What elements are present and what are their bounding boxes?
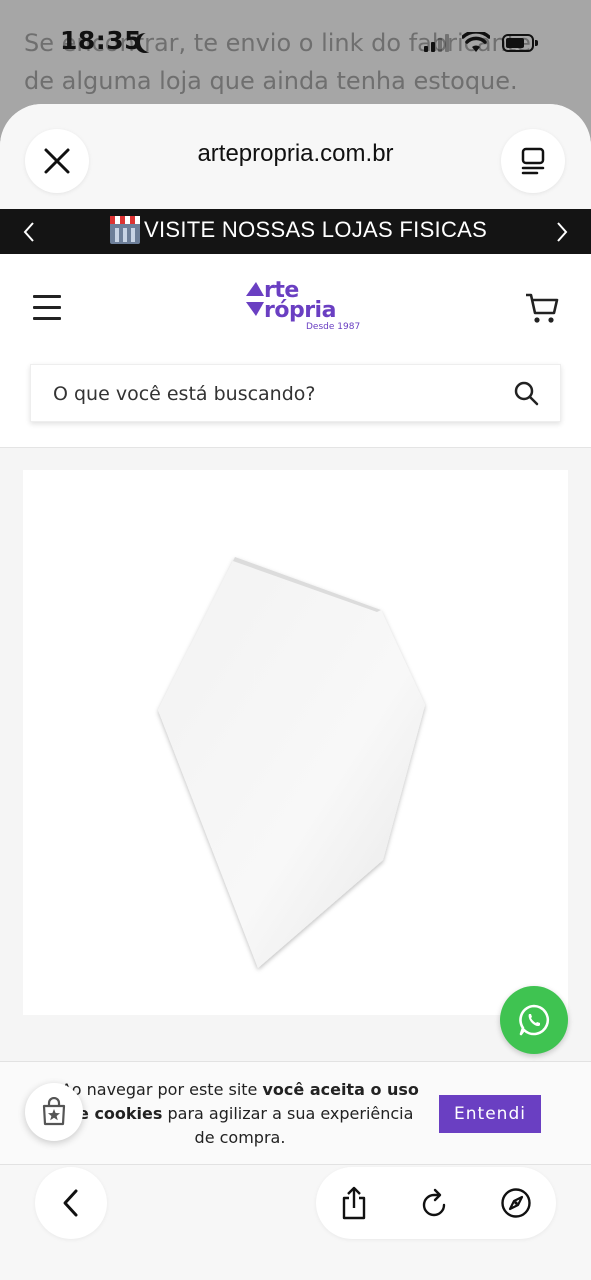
search-icon[interactable] — [513, 380, 539, 406]
search-bar — [30, 364, 561, 423]
browser-top-bar: artepropria.com.br — [0, 104, 591, 209]
hamburger-menu-icon[interactable] — [33, 295, 61, 320]
review-badge-button[interactable] — [25, 1083, 83, 1141]
open-in-browser-button[interactable] — [498, 1185, 534, 1221]
cellular-signal-icon — [424, 34, 450, 52]
background-chat-line2: de alguma loja que ainda tenha estoque. — [24, 67, 518, 95]
cart-icon[interactable] — [524, 292, 560, 324]
share-button[interactable] — [336, 1185, 372, 1221]
url-label[interactable]: artepropria.com.br — [120, 140, 471, 168]
product-area — [0, 448, 591, 1060]
logo-mark-a — [246, 282, 264, 296]
close-icon — [44, 148, 70, 174]
reload-icon — [422, 1188, 446, 1217]
share-icon — [342, 1186, 366, 1220]
announcement-text: VISITE NOSSAS LOJAS FISICAS — [144, 217, 488, 242]
whatsapp-icon — [519, 1004, 550, 1036]
reader-menu-button[interactable] — [501, 129, 565, 193]
status-bar: 18:35 — [0, 24, 591, 64]
logo-subtitle: Desde 1987 — [306, 322, 361, 332]
product-shape — [158, 557, 425, 968]
announcement-content[interactable]: VISITE NOSSAS LOJAS FISICAS — [110, 216, 490, 244]
department-store-icon — [110, 216, 140, 244]
back-button[interactable] — [35, 1167, 107, 1239]
battery-icon — [502, 34, 538, 52]
reload-button[interactable] — [416, 1185, 452, 1221]
cookie-text: Ao navegar por este site você aceita o u… — [60, 1078, 420, 1150]
cookie-accept-button[interactable]: Entendi — [439, 1095, 541, 1133]
product-image[interactable] — [23, 470, 568, 1015]
logo-line2: rópria — [264, 298, 336, 323]
reader-menu-icon — [521, 147, 545, 175]
browser-bottom-toolbar — [0, 1165, 591, 1280]
search-input[interactable] — [53, 365, 493, 423]
compass-icon — [501, 1188, 531, 1218]
status-time: 18:35 — [60, 26, 143, 55]
whatsapp-button[interactable] — [500, 986, 568, 1054]
wifi-icon — [462, 32, 490, 52]
moon-icon — [140, 32, 160, 52]
browser-sheet: artepropria.com.br VISITE NOSSAS LOJAS F… — [0, 104, 591, 1280]
shopping-bag-star-icon — [42, 1097, 66, 1126]
toolbar-group — [316, 1167, 556, 1239]
cookie-text-part2: para agilizar a sua experiência de compr… — [162, 1104, 414, 1147]
logo-mark-p — [246, 302, 264, 316]
chevron-left-icon[interactable] — [22, 221, 36, 243]
chevron-left-icon — [63, 1189, 78, 1217]
site-logo[interactable]: rte rópria Desde 1987 — [244, 278, 364, 336]
close-button[interactable] — [25, 129, 89, 193]
announcement-bar: VISITE NOSSAS LOJAS FISICAS — [0, 209, 591, 254]
chevron-right-icon[interactable] — [555, 221, 569, 243]
site-header: rte rópria Desde 1987 — [0, 254, 591, 448]
cookie-text-part1: Ao navegar por este site — [61, 1080, 263, 1099]
cookie-banner: Ao navegar por este site você aceita o u… — [0, 1061, 591, 1165]
